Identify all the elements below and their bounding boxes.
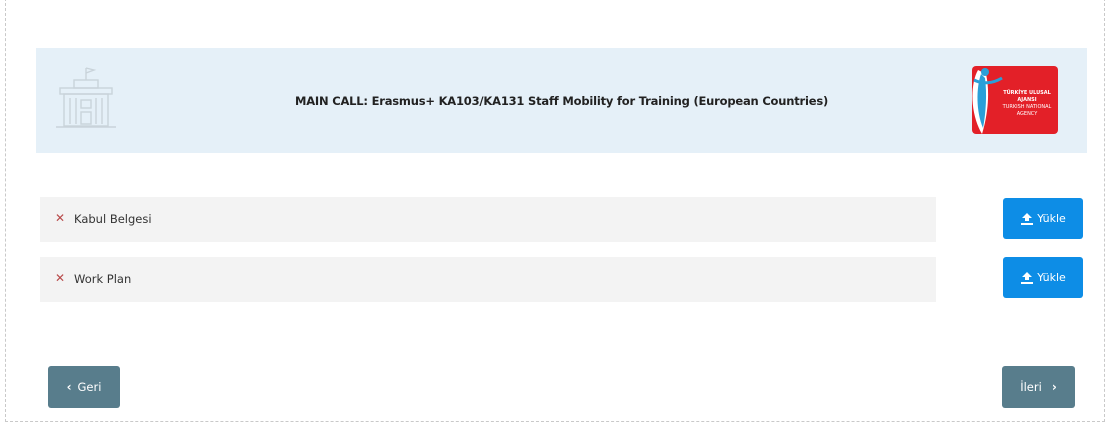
upload-button-kabul-belgesi[interactable]: Yükle [1003, 198, 1083, 239]
upload-label: Yükle [1037, 271, 1066, 284]
next-button[interactable]: İleri › [1002, 366, 1075, 408]
back-button[interactable]: ‹ Geri [48, 366, 120, 408]
upload-label: Yükle [1037, 212, 1066, 225]
document-row-kabul-belgesi: ✕ Kabul Belgesi [40, 197, 936, 242]
close-icon: ✕ [55, 271, 66, 285]
upload-button-work-plan[interactable]: Yükle [1003, 257, 1083, 298]
document-label: Work Plan [74, 272, 132, 286]
upload-icon [1021, 271, 1034, 284]
call-title: MAIN CALL: Erasmus+ KA103/KA131 Staff Mo… [294, 94, 829, 108]
document-row-work-plan: ✕ Work Plan [40, 257, 936, 302]
back-label: Geri [77, 380, 102, 394]
chevron-right-icon: › [1051, 380, 1057, 394]
close-icon: ✕ [55, 211, 66, 225]
chevron-left-icon: ‹ [66, 380, 72, 394]
document-label: Kabul Belgesi [74, 212, 152, 226]
national-agency-logo: TÜRKİYE ULUSAL AJANSI TURKISH NATIONAL A… [968, 64, 1058, 136]
upload-icon [1021, 212, 1034, 225]
next-label: İleri [1020, 380, 1042, 394]
logo-text-en: TURKISH NATIONAL AGENCY [1002, 104, 1052, 117]
logo-text-tr: TÜRKİYE ULUSAL AJANSI [1003, 90, 1051, 103]
call-header: MAIN CALL: Erasmus+ KA103/KA131 Staff Mo… [36, 48, 1087, 153]
